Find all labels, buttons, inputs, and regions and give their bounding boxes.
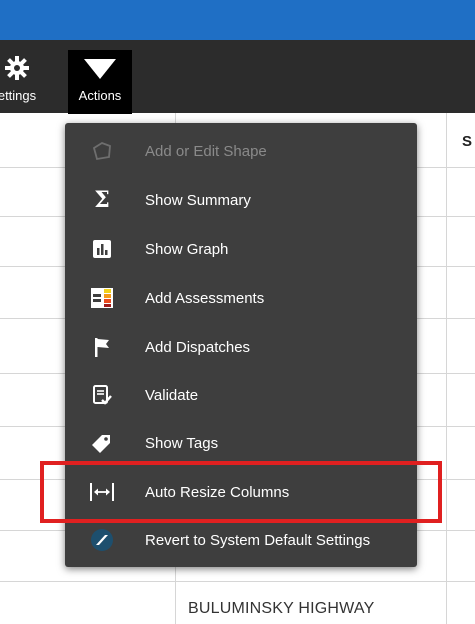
assessment-icon [89,285,115,311]
svg-text:Σ: Σ [94,189,110,211]
gear-icon [4,54,30,82]
highlight-box [40,461,442,523]
menu-item-label: Validate [145,386,199,404]
menu-item-show-summary[interactable]: Σ Show Summary [65,180,417,220]
actions-label: Actions [78,88,122,103]
menu-item-label: Show Summary [145,191,251,209]
grid-divider [446,113,447,624]
settings-label: ettings [0,88,37,103]
revert-icon [89,527,115,553]
sigma-icon: Σ [89,187,115,213]
tag-icon [89,430,115,456]
menu-item-add-or-edit-shape: Add or Edit Shape [65,131,417,171]
menu-item-label: Show Graph [145,240,229,258]
menu-item-revert-to-system-default-settings[interactable]: Revert to System Default Settings [65,520,417,560]
menu-item-label: Show Tags [145,434,219,452]
menu-item-validate[interactable]: Validate [65,375,417,415]
bar-graph-icon [89,236,115,262]
menu-item-label: Add Assessments [145,289,265,307]
top-bar [0,0,475,40]
chevron-down-icon [82,54,118,82]
menu-item-label: Add Dispatches [145,338,251,356]
settings-button[interactable]: ettings [0,50,52,114]
menu-item-show-tags[interactable]: Show Tags [65,423,417,463]
menu-item-label: Revert to System Default Settings [145,531,371,549]
column-header[interactable]: S [462,133,472,150]
shape-icon [89,138,115,164]
table-cell[interactable]: BULUMINSKY HIGHWAY [188,600,374,618]
validate-icon [89,382,115,408]
menu-item-label: Add or Edit Shape [145,142,267,160]
flag-icon [89,334,115,360]
grid-row-line [0,581,475,582]
actions-button[interactable]: Actions [68,50,132,114]
menu-item-add-assessments[interactable]: Add Assessments [65,278,417,318]
menu-item-add-dispatches[interactable]: Add Dispatches [65,327,417,367]
menu-item-show-graph[interactable]: Show Graph [65,229,417,269]
